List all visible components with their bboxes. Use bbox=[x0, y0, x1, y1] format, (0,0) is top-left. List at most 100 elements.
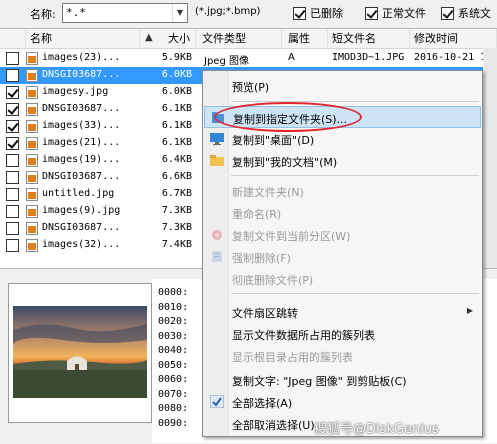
file-name: imagesy.jpg bbox=[42, 86, 109, 97]
menu-item-copy-to-documents[interactable]: 复制到"我的文档"(M) bbox=[204, 150, 481, 172]
menu-item-copy-to-folder[interactable]: 复制到指定文件夹(S)... bbox=[204, 106, 481, 128]
file-name: images(33)... bbox=[42, 120, 121, 131]
row-checkbox[interactable] bbox=[6, 103, 19, 116]
hex-address: 0010: bbox=[158, 301, 189, 313]
row-checkbox[interactable] bbox=[6, 188, 19, 201]
menu-item-label: 彻底删除文件(P) bbox=[232, 274, 314, 287]
hex-address: 0080: bbox=[158, 403, 189, 414]
header-short-name[interactable]: 短文件名 bbox=[328, 29, 410, 49]
menu-item-label: 新建文件夹(N) bbox=[232, 186, 304, 199]
menu-item-label: 显示文件数据所占用的簇列表 bbox=[232, 329, 375, 342]
jpeg-file-icon bbox=[26, 137, 38, 150]
menu-item-show-cluster-list[interactable]: 显示文件数据所占用的簇列表 bbox=[204, 323, 481, 345]
watermark: 搜狐号@DiskGenius bbox=[314, 422, 439, 437]
row-checkbox[interactable] bbox=[6, 222, 19, 235]
jpeg-file-icon bbox=[26, 86, 38, 99]
copy-to-folder-icon bbox=[212, 112, 224, 123]
row-checkbox[interactable] bbox=[6, 120, 19, 133]
jpeg-file-icon bbox=[26, 103, 38, 116]
menu-item-label: 重命名(R) bbox=[232, 208, 282, 221]
file-name: untitled.jpg bbox=[42, 188, 115, 199]
file-size: 7.3KB bbox=[161, 205, 192, 216]
menu-item-show-root-clusters[interactable]: 显示根目录占用的簇列表 bbox=[204, 345, 481, 367]
file-type: Jpeg 图像 bbox=[204, 56, 249, 67]
file-name: images(21)... bbox=[42, 137, 121, 148]
hex-address: 0000: bbox=[158, 287, 189, 298]
jpeg-file-icon bbox=[26, 222, 38, 235]
hex-address: 0050: bbox=[158, 359, 189, 371]
menu-item-label: 显示根目录占用的簇列表 bbox=[232, 351, 353, 364]
jpeg-file-icon bbox=[26, 171, 38, 184]
checkbox-checked-icon bbox=[293, 6, 306, 20]
hex-address: 0020: bbox=[158, 316, 189, 327]
deleted-checkbox[interactable]: 已删除 bbox=[293, 5, 343, 21]
menu-item-permanent-delete[interactable]: 彻底删除文件(P) bbox=[204, 268, 481, 290]
hex-address: 0060: bbox=[158, 374, 189, 385]
jpeg-file-icon bbox=[26, 188, 38, 201]
extension-hint: (*.jpg;*.bmp) bbox=[195, 6, 261, 17]
menu-item-label: 复制到指定文件夹(S)... bbox=[233, 113, 348, 126]
file-name: images(19)... bbox=[42, 154, 121, 165]
hex-address: 0090: bbox=[158, 417, 189, 429]
menu-item-copy-to-partition[interactable]: 复制文件到当前分区(W) bbox=[204, 224, 481, 246]
menu-item-force-delete[interactable]: 强制删除(F) bbox=[204, 246, 481, 268]
check-icon bbox=[210, 395, 224, 408]
chevron-down-icon[interactable]: ▼ bbox=[172, 4, 187, 22]
row-checkbox[interactable] bbox=[6, 171, 19, 184]
row-checkbox[interactable] bbox=[6, 137, 19, 150]
menu-item-label: 文件扇区跳转 bbox=[232, 307, 298, 320]
file-size: 6.1KB bbox=[161, 137, 192, 148]
menu-item-new-folder[interactable]: 新建文件夹(N) bbox=[204, 180, 481, 202]
menu-item-copy-to-desktop[interactable]: 复制到"桌面"(D) bbox=[204, 128, 481, 150]
file-name: images(23)... bbox=[42, 52, 121, 63]
file-size: 6.0KB bbox=[161, 69, 192, 80]
header-attr[interactable]: 属性 bbox=[284, 29, 328, 49]
header-type[interactable]: 文件类型 bbox=[198, 29, 282, 49]
file-name: images(32)... bbox=[42, 239, 121, 250]
image-preview bbox=[8, 283, 152, 423]
file-row[interactable]: images(23)... 5.9KB Jpeg 图像 A IMOD3D~1.JPG 20… bbox=[0, 50, 497, 67]
name-filter-input[interactable]: *.* bbox=[62, 3, 188, 23]
yurt-sunset-photo bbox=[13, 306, 147, 398]
jpeg-file-icon bbox=[26, 69, 38, 82]
menu-item-select-all[interactable]: 全部选择(A) bbox=[204, 391, 481, 413]
menu-item-label: 复制文件到当前分区(W) bbox=[232, 230, 351, 243]
normal-files-checkbox[interactable]: 正常文件 bbox=[365, 5, 426, 21]
row-checkbox[interactable] bbox=[6, 69, 19, 82]
deleted-checkbox-label: 已删除 bbox=[310, 7, 343, 20]
menu-item-label: 复制文字: "Jpeg 图像" 到剪贴板(C) bbox=[232, 375, 407, 388]
vertical-scrollbar[interactable] bbox=[483, 48, 497, 268]
file-name: DNSGI03687... bbox=[42, 69, 121, 80]
file-size: 6.4KB bbox=[161, 154, 192, 165]
menu-item-sector-jump[interactable]: 文件扇区跳转 ▶ bbox=[204, 301, 481, 323]
menu-item-preview[interactable]: 预览(P) bbox=[204, 75, 481, 97]
row-checkbox[interactable] bbox=[6, 154, 19, 167]
header-modified[interactable]: 修改时间 bbox=[410, 29, 497, 49]
hex-address: 0040: bbox=[158, 345, 189, 356]
header-size[interactable]: 大小 bbox=[158, 29, 196, 49]
row-checkbox[interactable] bbox=[6, 52, 19, 65]
file-size: 6.6KB bbox=[161, 171, 192, 182]
menu-separator bbox=[231, 293, 479, 294]
file-size: 6.7KB bbox=[161, 188, 192, 199]
file-size: 5.9KB bbox=[161, 52, 192, 63]
context-menu: 预览(P) 复制到指定文件夹(S)... 复制到"桌面"(D) 复制到"我的文档… bbox=[202, 70, 483, 437]
menu-item-rename[interactable]: 重命名(R) bbox=[204, 202, 481, 224]
header-name[interactable]: 名称 bbox=[26, 29, 140, 49]
system-files-checkbox-label: 系统文 bbox=[458, 7, 491, 20]
row-checkbox[interactable] bbox=[6, 205, 19, 218]
file-size: 6.1KB bbox=[161, 103, 192, 114]
row-checkbox[interactable] bbox=[6, 239, 19, 252]
folder-icon bbox=[210, 155, 224, 166]
menu-item-copy-text[interactable]: 复制文字: "Jpeg 图像" 到剪贴板(C) bbox=[204, 369, 481, 391]
file-name: images(9).jpg bbox=[42, 205, 121, 216]
force-delete-icon bbox=[212, 251, 222, 262]
system-files-checkbox[interactable]: 系统文 bbox=[441, 5, 491, 21]
jpeg-file-icon bbox=[26, 52, 38, 65]
file-attr: A bbox=[288, 52, 295, 63]
row-checkbox[interactable] bbox=[6, 86, 19, 99]
checkbox-checked-icon bbox=[441, 6, 454, 20]
menu-item-label: 复制到"桌面"(D) bbox=[232, 134, 315, 147]
menu-item-label: 全部取消选择(U) bbox=[232, 419, 315, 432]
hex-address: 0070: bbox=[158, 388, 189, 400]
